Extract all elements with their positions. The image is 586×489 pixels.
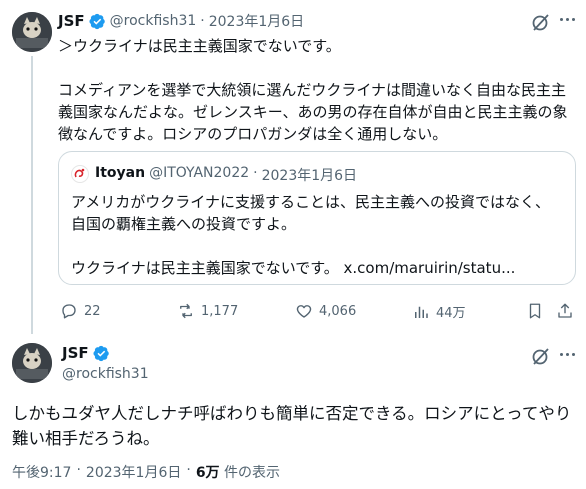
quote-header: Itoyan @ITOYAN2022 · 2023年1月6日 [95, 165, 357, 185]
separator: · [76, 462, 81, 478]
reply-count: 22 [84, 303, 101, 319]
verified-badge-icon [93, 345, 109, 361]
grok-icon[interactable] [531, 346, 551, 370]
display-name[interactable]: JSF [62, 344, 89, 362]
quote-separator: · [253, 165, 258, 181]
more-options-icon[interactable] [560, 353, 575, 356]
quote-avatar [71, 165, 89, 183]
avatar-image [12, 12, 52, 52]
share-icon [558, 303, 572, 318]
tweet-date[interactable]: 2023年1月6日 [86, 462, 181, 482]
tweet-time[interactable]: 午後9:17 [12, 462, 71, 482]
quote-avatar-image [74, 168, 85, 178]
grok-icon[interactable] [531, 12, 551, 36]
separator: · [200, 13, 205, 29]
tweet-header: JSF @rockfish31 · 2023年1月6日 [58, 11, 304, 31]
bookmark-icon [529, 303, 541, 319]
share-button[interactable] [556, 302, 574, 320]
views-count: 6万 [195, 465, 220, 481]
like-icon [296, 305, 312, 318]
bookmark-button[interactable] [526, 302, 544, 320]
display-name[interactable]: JSF [58, 12, 85, 30]
verified-badge-icon [89, 13, 105, 29]
quote-handle: @ITOYAN2022 [149, 165, 250, 181]
avatar[interactable] [12, 343, 52, 383]
more-options-icon[interactable] [560, 18, 575, 21]
quote-text: アメリカがウクライナに支援することは、民主主義への投資ではなく、 自国の覇権主義… [71, 193, 550, 277]
quote-display-name: Itoyan [95, 165, 146, 181]
separator: · [186, 462, 191, 478]
retweet-button[interactable]: 1,177 [177, 302, 238, 320]
handle[interactable]: @rockfish31 [110, 13, 197, 29]
like-count: 4,066 [319, 303, 357, 319]
tweet-text: しかもユダヤ人だしナチ呼ばわりも簡単に否定できる。ロシアにとってやり難い相手だろ… [12, 404, 572, 448]
handle[interactable]: @rockfish31 [62, 366, 149, 382]
tweet-text: ＞ウクライナは民主主義国家でないです。 コメディアンを選挙で大統領に選んだウクラ… [58, 37, 568, 143]
quote-timestamp: 2023年1月6日 [261, 168, 358, 184]
retweet-icon [180, 303, 192, 319]
retweet-count: 1,177 [201, 303, 239, 319]
views-button[interactable]: 44万 [412, 302, 466, 321]
views-label: 件の表示 [219, 465, 281, 481]
avatar-image [12, 343, 52, 383]
tweet-header: JSF [62, 344, 110, 362]
like-button[interactable]: 4,066 [295, 302, 356, 320]
thread-line [31, 56, 33, 334]
quote-tweet[interactable]: Itoyan @ITOYAN2022 · 2023年1月6日 アメリカがウクライ… [58, 151, 576, 285]
reply-button[interactable]: 22 [60, 302, 101, 320]
tweet-meta: 午後9:17 · 2023年1月6日 · 6万 件の表示 [12, 462, 280, 482]
avatar[interactable] [12, 12, 52, 52]
reply-icon [62, 304, 76, 319]
timestamp[interactable]: 2023年1月6日 [209, 11, 304, 31]
views-icon [415, 306, 428, 318]
views-count: 44万 [436, 306, 466, 321]
